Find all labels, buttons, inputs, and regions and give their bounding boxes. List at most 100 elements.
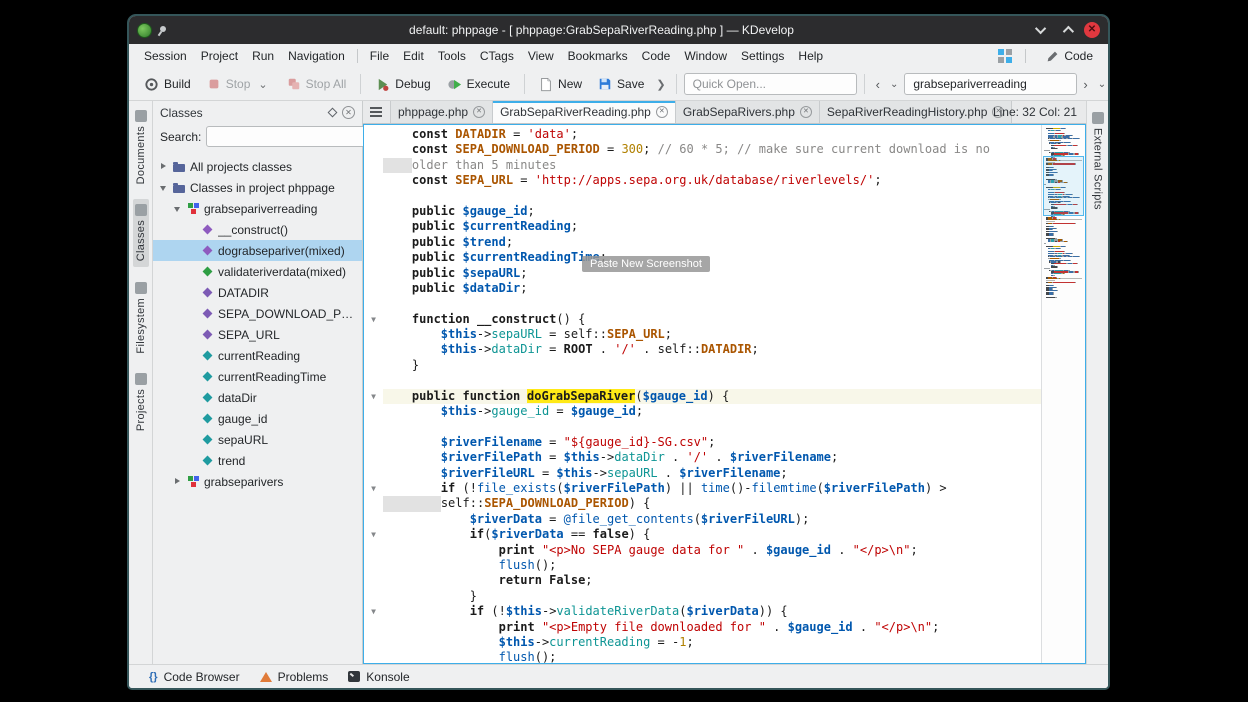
code-line[interactable]: ▼ if($riverData == false) { (364, 527, 1041, 542)
dock-tab-projects[interactable]: Projects (133, 368, 149, 436)
fold-marker-icon[interactable]: ▼ (364, 312, 383, 327)
fold-marker-icon[interactable]: ▼ (364, 481, 383, 496)
code-line[interactable]: $riverFileURL = $this->sepaURL . $riverF… (364, 466, 1041, 481)
code-line[interactable]: $this->currentReading = -1; (364, 635, 1041, 650)
code-line[interactable] (364, 419, 1041, 434)
minimap-scrollbar[interactable] (1041, 125, 1085, 663)
menu-code[interactable]: Code (635, 46, 678, 66)
dock-tab-problems[interactable]: Problems (252, 668, 337, 686)
expander-collapsed-icon[interactable] (158, 161, 169, 172)
code-line[interactable]: const SEPA_URL = 'http://apps.sepa.org.u… (364, 173, 1041, 188)
code-lines[interactable]: const DATADIR = 'data'; const SEPA_DOWNL… (364, 125, 1041, 663)
code-line[interactable]: public $sepaURL; (364, 266, 1041, 281)
fold-marker-icon[interactable]: ▼ (364, 389, 383, 404)
tab-phppage-php[interactable]: phppage.php (390, 101, 493, 123)
tree-item-grabsepariverreading[interactable]: grabsepariverreading (153, 198, 362, 219)
dock-tab-documents[interactable]: Documents (133, 105, 149, 189)
menu-view[interactable]: View (521, 46, 561, 66)
code-line[interactable]: const DATADIR = 'data'; (364, 127, 1041, 142)
tab-close-icon[interactable] (656, 106, 668, 118)
code-line[interactable]: const SEPA_DOWNLOAD_PERIOD = 300; // 60 … (364, 142, 1041, 157)
menu-window[interactable]: Window (677, 46, 734, 66)
menu-project[interactable]: Project (194, 46, 245, 66)
tree-item-gauge-id[interactable]: gauge_id (153, 408, 362, 429)
tree-item-construct[interactable]: __construct() (153, 219, 362, 240)
tree-item-sepa-url[interactable]: SEPA_URL (153, 324, 362, 345)
tree-item-validateriverdata-mixed[interactable]: validateriverdata(mixed) (153, 261, 362, 282)
search-prev-button[interactable]: ‹ (872, 75, 884, 94)
menu-navigation[interactable]: Navigation (281, 46, 352, 66)
code-line[interactable]: ▼ function __construct() { (364, 312, 1041, 327)
dock-tab-external-scripts[interactable]: External Scripts (1090, 107, 1106, 215)
minimap-viewport[interactable] (1043, 156, 1084, 216)
debug-button[interactable]: Debug (368, 73, 437, 96)
code-line[interactable]: $this->sepaURL = self::SEPA_URL; (364, 327, 1041, 342)
code-line[interactable]: } (364, 358, 1041, 373)
code-line[interactable]: public $dataDir; (364, 281, 1041, 296)
search-next-button[interactable]: › (1079, 75, 1091, 94)
pin-icon[interactable] (158, 25, 169, 36)
code-line[interactable]: public $currentReadingTime; (364, 250, 1041, 265)
dock-tab-filesystem[interactable]: Filesystem (133, 277, 149, 359)
code-line[interactable]: print "<p>Empty file downloaded for " . … (364, 620, 1041, 635)
code-area-button[interactable]: Code (1039, 47, 1100, 65)
code-line[interactable]: $this->gauge_id = $gauge_id; (364, 404, 1041, 419)
new-button[interactable]: New (532, 73, 589, 96)
quick-open-input[interactable] (684, 73, 857, 95)
code-line[interactable]: public $currentReading; (364, 219, 1041, 234)
tree-item-datadir[interactable]: DATADIR (153, 282, 362, 303)
document-switcher-icon[interactable] (370, 106, 386, 118)
tree-item-trend[interactable]: trend (153, 450, 362, 471)
fold-marker-icon[interactable]: ▼ (364, 527, 383, 542)
tree-item-sepaurl[interactable]: sepaURL (153, 429, 362, 450)
symbol-search-input[interactable] (904, 73, 1077, 95)
tab-grabseparivers-php[interactable]: GrabSepaRivers.php (676, 101, 820, 123)
code-line[interactable]: flush(); (364, 650, 1041, 663)
search-next-dropdown-icon[interactable]: ⌄ (1094, 77, 1110, 92)
editor[interactable]: const DATADIR = 'data'; const SEPA_DOWNL… (363, 124, 1086, 664)
detach-panel-icon[interactable] (328, 108, 338, 118)
code-line[interactable]: self::SEPA_DOWNLOAD_PERIOD) { (364, 496, 1041, 511)
titlebar[interactable]: default: phppage - [ phppage:GrabSepaRiv… (129, 16, 1108, 44)
code-line[interactable]: print "<p>No SEPA gauge data for " . $ga… (364, 543, 1041, 558)
menu-help[interactable]: Help (791, 46, 830, 66)
code-line[interactable]: $riverFilename = "${gauge_id}-SG.csv"; (364, 435, 1041, 450)
tab-grabsepariverreading-php[interactable]: GrabSepaRiverReading.php (493, 101, 676, 123)
code-line[interactable]: } (364, 589, 1041, 604)
save-button[interactable]: Save (591, 73, 651, 95)
code-line[interactable]: public $gauge_id; (364, 204, 1041, 219)
code-line[interactable] (364, 189, 1041, 204)
code-line[interactable]: $riverFilePath = $this->dataDir . '/' . … (364, 450, 1041, 465)
dock-tab-konsole[interactable]: Konsole (340, 668, 417, 686)
tree-item-datadir[interactable]: dataDir (153, 387, 362, 408)
minimize-button[interactable] (1034, 22, 1050, 38)
code-line[interactable] (364, 296, 1041, 311)
menu-run[interactable]: Run (245, 46, 281, 66)
tree-item-all-projects-classes[interactable]: All projects classes (153, 156, 362, 177)
code-line[interactable]: ▼ if (!$this->validateRiverData($riverDa… (364, 604, 1041, 619)
code-line[interactable]: $this->dataDir = ROOT . '/' . self::DATA… (364, 342, 1041, 357)
build-button[interactable]: Build (137, 73, 198, 96)
close-button[interactable]: ✕ (1084, 22, 1100, 38)
code-line[interactable]: return False; (364, 573, 1041, 588)
execute-button[interactable]: Execute (440, 73, 517, 96)
menu-edit[interactable]: Edit (396, 46, 431, 66)
tab-close-icon[interactable] (473, 106, 485, 118)
classes-search-input[interactable] (206, 126, 375, 147)
close-panel-icon[interactable]: ✕ (342, 106, 355, 119)
tree-item-grabseparivers[interactable]: grabseparivers (153, 471, 362, 492)
code-line[interactable]: older than 5 minutes (364, 158, 1041, 173)
code-line[interactable]: ▼ public function doGrabSepaRiver($gauge… (364, 389, 1041, 404)
code-line[interactable] (364, 373, 1041, 388)
menu-ctags[interactable]: CTags (473, 46, 521, 66)
tree-item-dograbsepariver-mixed[interactable]: dograbsepariver(mixed) (153, 240, 362, 261)
menu-file[interactable]: File (363, 46, 396, 66)
code-line[interactable]: public $trend; (364, 235, 1041, 250)
maximize-button[interactable] (1059, 22, 1075, 38)
menu-tools[interactable]: Tools (431, 46, 473, 66)
toolbar-extender-icon[interactable]: ❯ (653, 78, 668, 91)
search-prev-dropdown-icon[interactable]: ⌄ (886, 77, 902, 92)
area-switcher-icon[interactable] (998, 49, 1012, 63)
menu-bookmarks[interactable]: Bookmarks (561, 46, 635, 66)
expander-expanded-icon[interactable] (172, 203, 183, 214)
